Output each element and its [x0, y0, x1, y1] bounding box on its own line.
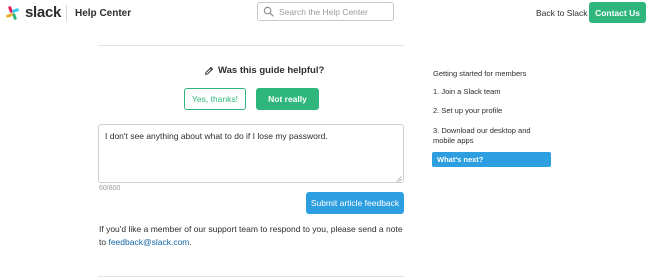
- not-really-button[interactable]: Not really: [256, 88, 319, 110]
- helpful-question: Was this guide helpful?: [204, 65, 324, 76]
- sidebar-heading[interactable]: Getting started for members: [433, 69, 526, 79]
- character-count: 60/800: [99, 185, 121, 192]
- search-icon: [263, 6, 274, 17]
- resize-handle-icon[interactable]: [396, 176, 402, 182]
- slack-logo-icon: [5, 5, 20, 21]
- sidebar-item-join-team[interactable]: 1. Join a Slack team: [433, 87, 501, 97]
- submit-feedback-button[interactable]: Submit article feedback: [306, 192, 404, 214]
- top-divider: [98, 45, 404, 46]
- back-to-slack-link[interactable]: Back to Slack: [536, 8, 588, 18]
- top-header: slack Help Center Back to Slack Contact …: [0, 0, 650, 27]
- sidebar-item-whats-next-label: What's next?: [437, 155, 484, 164]
- support-note-period: .: [189, 237, 192, 247]
- feedback-textarea[interactable]: I don't see anything about what to do if…: [98, 124, 404, 183]
- feedback-email-link[interactable]: feedback@slack.com: [108, 237, 189, 247]
- search-box[interactable]: [257, 2, 394, 21]
- contact-us-button[interactable]: Contact Us: [589, 2, 646, 23]
- header-divider: [66, 5, 67, 21]
- sidebar-item-setup-profile[interactable]: 2. Set up your profile: [433, 106, 502, 116]
- sidebar-item-whats-next[interactable]: What's next?: [432, 152, 551, 167]
- support-note: If you'd like a member of our support te…: [99, 223, 409, 249]
- sidebar-item-download-apps[interactable]: 3. Download our desktop and mobile apps: [433, 126, 545, 146]
- help-center-title[interactable]: Help Center: [75, 8, 131, 19]
- bottom-divider: [98, 276, 404, 277]
- helpful-question-text: Was this guide helpful?: [218, 65, 325, 76]
- yes-thanks-button[interactable]: Yes, thanks!: [184, 88, 246, 110]
- pencil-icon: [205, 66, 213, 75]
- slack-logo[interactable]: slack: [5, 4, 62, 21]
- search-input[interactable]: [279, 5, 389, 18]
- logo-text: slack: [25, 4, 62, 21]
